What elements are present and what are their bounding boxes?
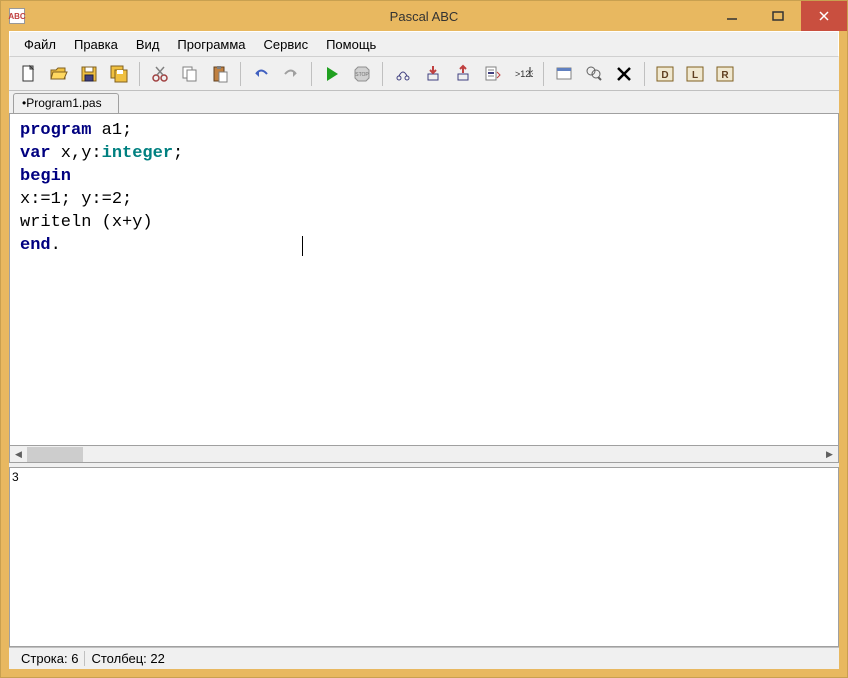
step-out-button[interactable]: [449, 60, 477, 88]
menu-edit[interactable]: Правка: [66, 34, 126, 55]
stop-button[interactable]: STOP: [348, 60, 376, 88]
window-icon: [554, 64, 574, 84]
new-file-button[interactable]: [15, 60, 43, 88]
cut-icon: [150, 64, 170, 84]
editor-area: program a1; var x,y:integer; begin x:=1;…: [9, 113, 839, 647]
breakpoint-icon: [483, 64, 503, 84]
client-area: Файл Правка Вид Программа Сервис Помощь …: [1, 31, 847, 677]
save-icon: [79, 64, 99, 84]
step-over-icon: [393, 64, 413, 84]
svg-text:STOP: STOP: [355, 72, 369, 78]
save-all-button[interactable]: [105, 60, 133, 88]
find-button[interactable]: [580, 60, 608, 88]
statusbar: Строка: 6 Столбец: 22: [9, 647, 839, 669]
scroll-track[interactable]: [27, 447, 821, 462]
toolbar: STOP >123 D L R: [9, 57, 839, 91]
tool-d-button[interactable]: D: [651, 60, 679, 88]
copy-button[interactable]: [176, 60, 204, 88]
file-tab[interactable]: •Program1.pas: [13, 93, 119, 113]
output-panel[interactable]: 3: [9, 467, 839, 647]
tool-r-button[interactable]: R: [711, 60, 739, 88]
menu-service[interactable]: Сервис: [256, 34, 317, 55]
app-window: ABC Pascal ABC Файл Правка Вид Программа…: [0, 0, 848, 678]
close-x-icon: [614, 64, 634, 84]
scroll-thumb[interactable]: [27, 447, 83, 462]
menubar: Файл Правка Вид Программа Сервис Помощь: [9, 31, 839, 57]
menu-help[interactable]: Помощь: [318, 34, 384, 55]
run-button[interactable]: [318, 60, 346, 88]
paste-icon: [210, 64, 230, 84]
menu-file[interactable]: Файл: [16, 34, 64, 55]
stop-icon: STOP: [352, 64, 372, 84]
step-into-icon: [423, 64, 443, 84]
step-into-button[interactable]: [419, 60, 447, 88]
window-button[interactable]: [550, 60, 578, 88]
minimize-button[interactable]: [709, 1, 755, 31]
run-icon: [322, 64, 342, 84]
copy-icon: [180, 64, 200, 84]
tool-l-icon: L: [685, 64, 705, 84]
svg-text:D: D: [661, 70, 668, 81]
app-icon: ABC: [9, 8, 25, 24]
svg-text:R: R: [721, 70, 729, 81]
menu-view[interactable]: Вид: [128, 34, 168, 55]
window-controls: [709, 1, 847, 31]
toolbar-separator: [644, 62, 645, 86]
close-tab-button[interactable]: [610, 60, 638, 88]
status-column: Столбец: 22: [85, 651, 170, 666]
save-all-icon: [109, 64, 129, 84]
status-line: Строка: 6: [15, 651, 85, 666]
open-file-button[interactable]: [45, 60, 73, 88]
titlebar: ABC Pascal ABC: [1, 1, 847, 31]
horizontal-scrollbar[interactable]: ◀ ▶: [9, 446, 839, 463]
text-caret: [302, 236, 303, 256]
close-button[interactable]: [801, 1, 847, 31]
watch-button[interactable]: >123: [509, 60, 537, 88]
find-icon: [584, 64, 604, 84]
tool-d-icon: D: [655, 64, 675, 84]
maximize-button[interactable]: [755, 1, 801, 31]
scroll-right-button[interactable]: ▶: [821, 447, 838, 462]
toolbar-separator: [240, 62, 241, 86]
toolbar-separator: [382, 62, 383, 86]
toolbar-separator: [139, 62, 140, 86]
step-over-button[interactable]: [389, 60, 417, 88]
toolbar-separator: [311, 62, 312, 86]
scroll-left-button[interactable]: ◀: [10, 447, 27, 462]
undo-icon: [251, 64, 271, 84]
breakpoint-button[interactable]: [479, 60, 507, 88]
watch-icon: >123: [513, 64, 533, 84]
undo-button[interactable]: [247, 60, 275, 88]
cut-button[interactable]: [146, 60, 174, 88]
step-out-icon: [453, 64, 473, 84]
toolbar-separator: [543, 62, 544, 86]
menu-program[interactable]: Программа: [169, 34, 253, 55]
save-button[interactable]: [75, 60, 103, 88]
new-file-icon: [19, 64, 39, 84]
redo-button[interactable]: [277, 60, 305, 88]
svg-text:L: L: [692, 70, 698, 81]
paste-button[interactable]: [206, 60, 234, 88]
open-folder-icon: [49, 64, 69, 84]
tabbar: •Program1.pas: [9, 91, 839, 113]
tool-l-button[interactable]: L: [681, 60, 709, 88]
tool-r-icon: R: [715, 64, 735, 84]
code-editor[interactable]: program a1; var x,y:integer; begin x:=1;…: [9, 113, 839, 446]
redo-icon: [281, 64, 301, 84]
